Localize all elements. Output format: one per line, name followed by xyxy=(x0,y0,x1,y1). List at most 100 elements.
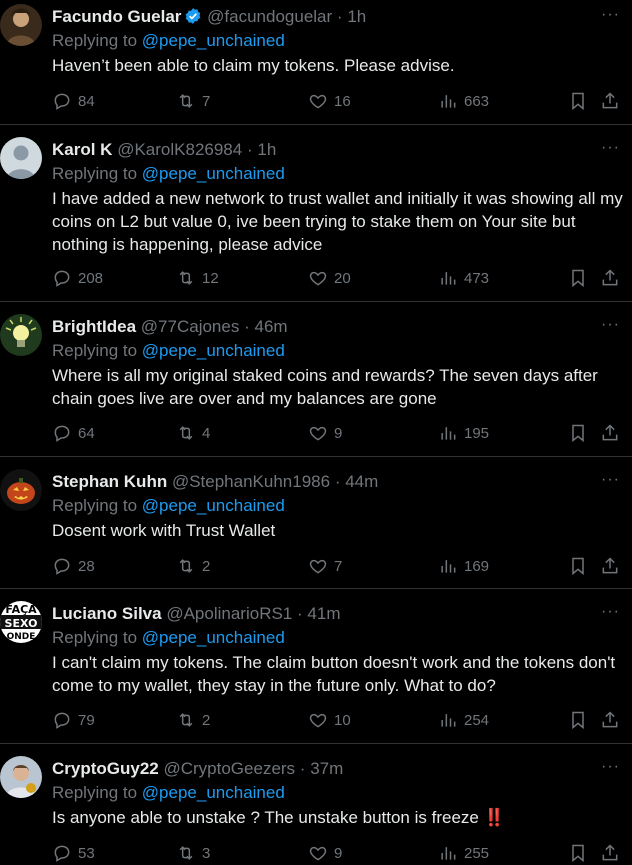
display-name[interactable]: Karol K xyxy=(52,140,112,159)
bookmark-button[interactable] xyxy=(568,90,588,112)
user-handle[interactable]: @77Cajones xyxy=(141,317,240,336)
timestamp[interactable]: 44m xyxy=(345,472,378,491)
views-count: 255 xyxy=(464,844,490,862)
more-icon[interactable]: ··· xyxy=(601,758,620,776)
like-button[interactable]: 20 xyxy=(308,267,351,289)
tweet[interactable]: Facundo Guelar @facundoguelar · 1h ··· R… xyxy=(0,0,632,125)
retweet-button[interactable]: 12 xyxy=(176,267,219,289)
timestamp[interactable]: 41m xyxy=(307,604,340,623)
user-handle[interactable]: @StephanKuhn1986 xyxy=(172,472,330,491)
reply-button[interactable]: 53 xyxy=(52,842,95,864)
views-count: 473 xyxy=(464,269,490,287)
tweet[interactable]: BrightIdea @77Cajones · 46m ··· Replying… xyxy=(0,302,632,457)
like-count: 9 xyxy=(334,424,343,442)
views-icon xyxy=(441,95,456,108)
reply-count: 28 xyxy=(78,557,95,575)
reply-button[interactable]: 84 xyxy=(52,90,95,112)
reply-button[interactable]: 208 xyxy=(52,267,103,289)
like-button[interactable]: 16 xyxy=(308,90,351,112)
reply-count: 53 xyxy=(78,844,95,862)
reply-icon xyxy=(54,712,70,729)
mention-link[interactable]: @pepe_unchained xyxy=(142,496,285,515)
tweet[interactable]: Stephan Kuhn @StephanKuhn1986 · 44m ··· … xyxy=(0,457,632,589)
avatar[interactable] xyxy=(0,137,42,179)
avatar-image xyxy=(0,4,42,46)
bookmark-button[interactable] xyxy=(568,267,588,289)
share-button[interactable] xyxy=(600,842,620,864)
retweet-button[interactable]: 3 xyxy=(176,842,210,864)
replying-to-label: Replying to xyxy=(52,783,138,802)
lightbulb-avatar-icon xyxy=(0,314,42,356)
avatar[interactable] xyxy=(0,314,42,356)
more-icon[interactable]: ··· xyxy=(601,316,620,334)
like-button[interactable]: 9 xyxy=(308,842,342,864)
share-button[interactable] xyxy=(600,90,620,112)
mention-link[interactable]: @pepe_unchained xyxy=(142,341,285,360)
bookmark-button[interactable] xyxy=(568,842,588,864)
timestamp[interactable]: 1h xyxy=(347,7,366,26)
display-name[interactable]: CryptoGuy22 xyxy=(52,759,159,778)
tweet-text: Dosent work with Trust Wallet xyxy=(52,521,276,540)
views-button[interactable]: 473 xyxy=(438,267,489,289)
retweet-count: 2 xyxy=(202,711,211,729)
timestamp[interactable]: 46m xyxy=(254,317,287,336)
tweet[interactable]: FAÇA SEXO ONDE Luciano Silva @Apolinario… xyxy=(0,589,632,744)
retweet-button[interactable]: 7 xyxy=(176,90,210,112)
views-button[interactable]: 254 xyxy=(438,709,489,731)
retweet-button[interactable]: 4 xyxy=(176,422,210,444)
mention-link[interactable]: @pepe_unchained xyxy=(142,628,285,647)
action-bar: 64 4 9 195 xyxy=(52,422,620,444)
bookmark-button[interactable] xyxy=(568,555,588,577)
replying-to-label: Replying to xyxy=(52,341,138,360)
user-handle[interactable]: @ApolinarioRS1 xyxy=(166,604,292,623)
views-button[interactable]: 255 xyxy=(438,842,489,864)
replying-to: Replying to @pepe_unchained xyxy=(52,627,285,649)
avatar[interactable]: FAÇA SEXO ONDE xyxy=(0,601,42,643)
views-icon xyxy=(441,272,456,285)
mention-link[interactable]: @pepe_unchained xyxy=(142,164,285,183)
like-button[interactable]: 9 xyxy=(308,422,342,444)
display-name[interactable]: Stephan Kuhn xyxy=(52,472,167,491)
display-name[interactable]: Facundo Guelar xyxy=(52,7,181,26)
share-button[interactable] xyxy=(600,422,620,444)
reply-button[interactable]: 79 xyxy=(52,709,95,731)
views-button[interactable]: 663 xyxy=(438,90,489,112)
more-icon[interactable]: ··· xyxy=(601,139,620,157)
mention-link[interactable]: @pepe_unchained xyxy=(142,783,285,802)
avatar[interactable] xyxy=(0,4,42,46)
reply-button[interactable]: 28 xyxy=(52,555,95,577)
timestamp[interactable]: 1h xyxy=(257,140,276,159)
like-button[interactable]: 7 xyxy=(308,555,342,577)
user-handle[interactable]: @CryptoGeezers xyxy=(163,759,295,778)
retweet-button[interactable]: 2 xyxy=(176,555,210,577)
tweet[interactable]: CryptoGuy22 @CryptoGeezers · 37m ··· Rep… xyxy=(0,744,632,865)
more-icon[interactable]: ··· xyxy=(601,603,620,621)
display-name[interactable]: BrightIdea xyxy=(52,317,136,336)
more-icon[interactable]: ··· xyxy=(601,6,620,24)
tweet[interactable]: Karol K @KarolK826984 · 1h ··· Replying … xyxy=(0,125,632,302)
avatar[interactable] xyxy=(0,756,42,798)
action-bar: 28 2 7 169 xyxy=(52,555,620,577)
bookmark-button[interactable] xyxy=(568,422,588,444)
reply-button[interactable]: 64 xyxy=(52,422,95,444)
tweet-text: I have added a new network to trust wall… xyxy=(52,189,623,254)
bookmark-button[interactable] xyxy=(568,709,588,731)
user-handle[interactable]: @facundoguelar xyxy=(207,7,332,26)
share-button[interactable] xyxy=(600,709,620,731)
display-name[interactable]: Luciano Silva xyxy=(52,604,162,623)
share-button[interactable] xyxy=(600,555,620,577)
more-icon[interactable]: ··· xyxy=(601,471,620,489)
tweet-header: Stephan Kuhn @StephanKuhn1986 · 44m xyxy=(52,471,592,493)
replying-to-label: Replying to xyxy=(52,31,138,50)
avatar[interactable] xyxy=(0,469,42,511)
like-button[interactable]: 10 xyxy=(308,709,351,731)
share-button[interactable] xyxy=(600,267,620,289)
retweet-button[interactable]: 2 xyxy=(176,709,210,731)
views-button[interactable]: 195 xyxy=(438,422,489,444)
share-icon xyxy=(602,711,618,728)
mention-link[interactable]: @pepe_unchained xyxy=(142,31,285,50)
views-button[interactable]: 169 xyxy=(438,555,489,577)
user-handle[interactable]: @KarolK826984 xyxy=(117,140,242,159)
timestamp[interactable]: 37m xyxy=(310,759,343,778)
action-bar: 79 2 10 254 xyxy=(52,709,620,731)
